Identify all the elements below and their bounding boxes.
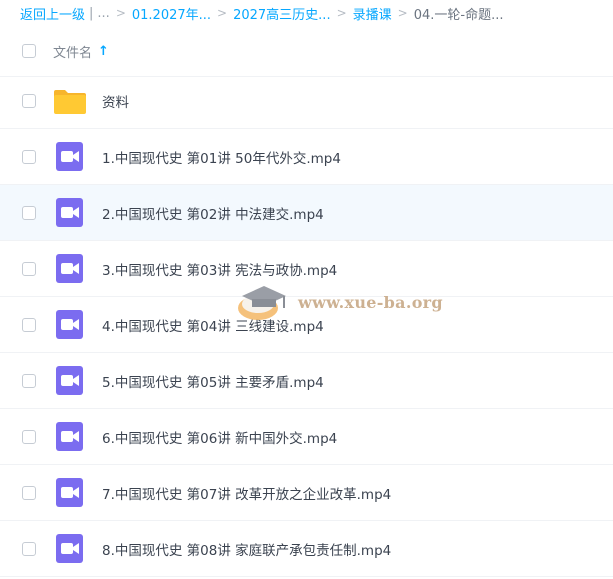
file-name[interactable]: 2.中国现代史 第02讲 中法建交.mp4 bbox=[102, 203, 324, 223]
breadcrumb-separator: > bbox=[217, 6, 228, 20]
select-all-checkbox[interactable] bbox=[22, 44, 36, 58]
folder-icon bbox=[54, 90, 86, 114]
sort-by-name[interactable]: 文件名 ↑ bbox=[53, 42, 109, 61]
file-name[interactable]: 7.中国现代史 第07讲 改革开放之企业改革.mp4 bbox=[102, 483, 391, 503]
row-checkbox[interactable] bbox=[22, 206, 36, 220]
breadcrumb-separator: > bbox=[336, 6, 347, 20]
file-row[interactable]: 5.中国现代史 第05讲 主要矛盾.mp4 bbox=[0, 353, 613, 409]
file-row[interactable]: 1.中国现代史 第01讲 50年代外交.mp4 bbox=[0, 129, 613, 185]
video-file-icon bbox=[56, 422, 83, 451]
video-file-icon bbox=[56, 310, 83, 339]
row-checkbox[interactable] bbox=[22, 542, 36, 556]
arrow-up-icon: ↑ bbox=[98, 43, 109, 59]
file-name[interactable]: 6.中国现代史 第06讲 新中国外交.mp4 bbox=[102, 427, 337, 447]
row-checkbox[interactable] bbox=[22, 262, 36, 276]
file-row[interactable]: 6.中国现代史 第06讲 新中国外交.mp4 bbox=[0, 409, 613, 465]
video-file-icon bbox=[56, 254, 83, 283]
file-name[interactable]: 1.中国现代史 第01讲 50年代外交.mp4 bbox=[102, 147, 341, 167]
breadcrumb-ellipsis[interactable]: ... bbox=[97, 6, 109, 21]
row-checkbox[interactable] bbox=[22, 94, 36, 108]
breadcrumb-item[interactable]: 录播课 bbox=[353, 4, 392, 23]
row-checkbox[interactable] bbox=[22, 374, 36, 388]
video-file-icon bbox=[56, 198, 83, 227]
video-file-icon bbox=[56, 534, 83, 563]
file-name[interactable]: 3.中国现代史 第03讲 宪法与政协.mp4 bbox=[102, 259, 337, 279]
row-checkbox[interactable] bbox=[22, 486, 36, 500]
back-link[interactable]: 返回上一级 bbox=[20, 4, 85, 23]
folder-row[interactable]: 资料 bbox=[0, 73, 613, 129]
file-name[interactable]: 4.中国现代史 第04讲 三线建设.mp4 bbox=[102, 315, 324, 335]
video-file-icon bbox=[56, 366, 83, 395]
file-row[interactable]: 8.中国现代史 第08讲 家庭联产承包责任制.mp4 bbox=[0, 521, 613, 577]
breadcrumb-item[interactable]: 01.2027年... bbox=[132, 4, 211, 23]
file-row[interactable]: 3.中国现代史 第03讲 宪法与政协.mp4 bbox=[0, 241, 613, 297]
file-name[interactable]: 资料 bbox=[102, 91, 129, 111]
breadcrumb-separator: > bbox=[115, 6, 126, 20]
breadcrumb-separator: > bbox=[397, 6, 408, 20]
name-column-label: 文件名 bbox=[53, 45, 93, 61]
video-file-icon bbox=[56, 478, 83, 507]
row-checkbox[interactable] bbox=[22, 150, 36, 164]
row-checkbox[interactable] bbox=[22, 318, 36, 332]
breadcrumb-current: 04.一轮-命题... bbox=[413, 7, 504, 23]
video-file-icon bbox=[56, 142, 83, 171]
file-name[interactable]: 8.中国现代史 第08讲 家庭联产承包责任制.mp4 bbox=[102, 539, 391, 559]
breadcrumb-divider: | bbox=[89, 5, 94, 21]
breadcrumb: 返回上一级 | ... > 01.2027年... > 2027高三历史... … bbox=[0, 0, 613, 26]
file-name[interactable]: 5.中国现代史 第05讲 主要矛盾.mp4 bbox=[102, 371, 324, 391]
file-list-header: 文件名 ↑ bbox=[0, 26, 613, 77]
file-row[interactable]: 7.中国现代史 第07讲 改革开放之企业改革.mp4 bbox=[0, 465, 613, 521]
row-checkbox[interactable] bbox=[22, 430, 36, 444]
file-row[interactable]: 4.中国现代史 第04讲 三线建设.mp4 bbox=[0, 297, 613, 353]
file-row[interactable]: 2.中国现代史 第02讲 中法建交.mp4 bbox=[0, 185, 613, 241]
breadcrumb-item[interactable]: 2027高三历史... bbox=[233, 4, 330, 23]
